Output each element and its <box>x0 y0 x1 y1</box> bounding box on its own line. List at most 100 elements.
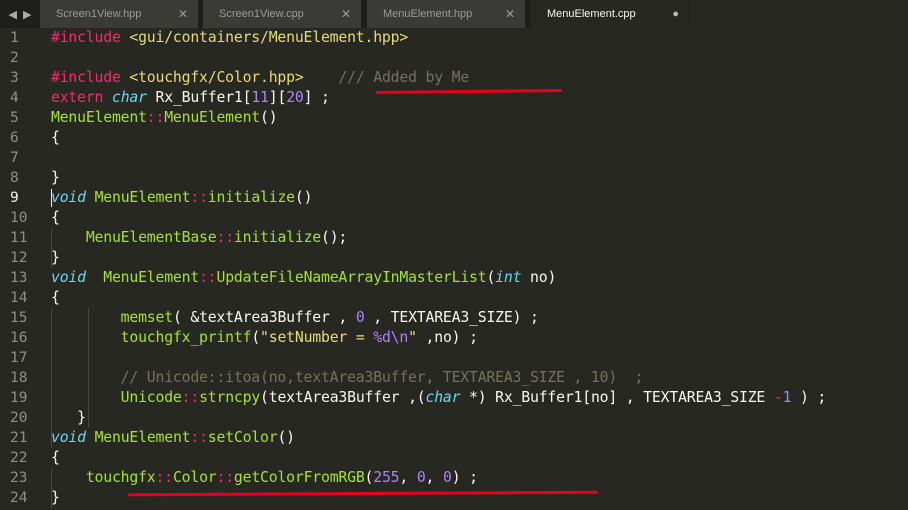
line-number: 2 <box>10 50 19 66</box>
code-text: { <box>51 129 60 146</box>
line-number: 7 <box>10 150 19 166</box>
tab-bar: ◀ ▶ Screen1View.hpp ✕ Screen1View.cpp ✕ … <box>0 0 908 28</box>
code-area[interactable]: #include <gui/containers/MenuElement.hpp… <box>51 28 908 508</box>
code-line[interactable]: touchgfx::Color::getColorFromRGB(255, 0,… <box>51 468 908 488</box>
code-line[interactable]: } <box>51 408 908 428</box>
code-line[interactable]: // Unicode::itoa(no,textArea3Buffer, TEX… <box>51 368 908 388</box>
line-number: 13 <box>10 270 28 286</box>
function-token: strncpy <box>199 389 261 406</box>
text-cursor <box>51 189 52 207</box>
tab-screen1view-hpp[interactable]: Screen1View.hpp ✕ <box>40 0 198 28</box>
code-editor[interactable]: 1 2 3 4 5 6 7 8 9 10 11 12 13 14 15 16 17 18 19 20 21 22 23 24 … <box>0 28 908 510</box>
keyword-token: #include <box>51 69 121 86</box>
code-line[interactable] <box>51 348 908 368</box>
code-text: ( <box>486 269 496 286</box>
code-text: } <box>51 489 60 506</box>
function-token: setColor <box>207 429 278 446</box>
code-line[interactable] <box>51 48 908 68</box>
tab-menuelement-hpp[interactable]: MenuElement.hpp ✕ <box>367 0 525 28</box>
unsaved-dot-icon[interactable]: ● <box>672 0 679 28</box>
code-text: Rx_Buffer1[ <box>146 89 252 106</box>
close-icon[interactable]: ✕ <box>505 0 515 28</box>
code-text: ,no) ; <box>416 329 478 346</box>
type-token: char <box>111 89 147 106</box>
function-token: MenuElement <box>103 269 200 286</box>
number-token: 20 <box>286 89 304 106</box>
tab-label: MenuElement.cpp <box>547 8 636 20</box>
number-token: 255 <box>373 469 400 486</box>
code-line[interactable]: } <box>51 168 908 188</box>
comment-token: /// Added by Me <box>338 69 470 86</box>
string-token: " <box>408 329 417 346</box>
code-line[interactable]: #include <gui/containers/MenuElement.hpp… <box>51 28 908 48</box>
code-text: ) ; <box>791 389 827 406</box>
code-line[interactable]: } <box>51 248 908 268</box>
code-text: *) Rx_Buffer1[no] , TEXTAREA3_SIZE <box>460 389 774 406</box>
function-token: touchgfx <box>85 469 156 486</box>
function-token: MenuElement <box>94 189 191 206</box>
type-token: int <box>495 269 522 286</box>
code-line[interactable]: { <box>51 208 908 228</box>
line-number: 22 <box>10 450 28 466</box>
function-token: UpdateFileNameArrayInMasterList <box>216 269 487 286</box>
keyword-token: - <box>773 389 783 406</box>
code-line[interactable] <box>51 148 908 168</box>
line-number: 10 <box>10 210 28 226</box>
tab-label: MenuElement.hpp <box>383 8 473 20</box>
string-token: <gui/containers/MenuElement.hpp> <box>129 29 409 46</box>
code-text: , <box>399 469 417 486</box>
number-token: 0 <box>416 469 426 486</box>
function-token: initialize <box>207 189 295 206</box>
function-token: memset <box>120 309 173 326</box>
code-line[interactable]: MenuElementBase::initialize(); <box>51 228 908 248</box>
number-token: %d\n <box>373 329 409 346</box>
code-line[interactable]: { <box>51 288 908 308</box>
comment-token: // Unicode::itoa(no,textArea3Buffer, TEX… <box>120 369 644 386</box>
line-number: 12 <box>10 250 28 266</box>
type-token: char <box>425 389 461 406</box>
number-token: 0 <box>442 469 452 486</box>
code-line[interactable]: void MenuElement::UpdateFileNameArrayInM… <box>51 268 908 288</box>
code-text: , <box>425 469 443 486</box>
code-text: () <box>260 109 278 126</box>
code-line[interactable]: Unicode::strncpy(textArea3Buffer ,(char … <box>51 388 908 408</box>
code-text: ( <box>364 469 374 486</box>
number-token: 1 <box>782 389 792 406</box>
code-line[interactable]: { <box>51 128 908 148</box>
close-icon[interactable]: ✕ <box>178 0 188 28</box>
code-line[interactable]: memset( &textArea3Buffer , 0 , TEXTAREA3… <box>51 308 908 328</box>
tab-scroll-right-icon[interactable]: ▶ <box>23 8 31 21</box>
keyword-token: :: <box>216 229 234 246</box>
code-line[interactable]: touchgfx_printf("setNumber = %d\n" ,no) … <box>51 328 908 348</box>
code-text: ] ; <box>303 89 330 106</box>
code-line[interactable]: void MenuElement::setColor() <box>51 428 908 448</box>
code-text: (); <box>321 229 348 246</box>
function-token: MenuElement <box>94 429 191 446</box>
close-icon[interactable]: ✕ <box>341 0 351 28</box>
code-text: ) ; <box>451 469 478 486</box>
tab-scroll-left-icon[interactable]: ◀ <box>9 8 17 21</box>
code-text: { <box>51 289 60 306</box>
code-text: (textArea3Buffer ,( <box>260 389 426 406</box>
tab-nav-arrows[interactable]: ◀ ▶ <box>0 0 40 28</box>
keyword-token: :: <box>199 269 217 286</box>
code-line[interactable]: #include <touchgfx/Color.hpp> /// Added … <box>51 68 908 88</box>
line-number: 15 <box>10 310 28 326</box>
line-number: 18 <box>10 370 28 386</box>
line-number: 17 <box>10 350 28 366</box>
code-line[interactable]: void MenuElement::initialize() <box>51 188 908 208</box>
keyword-token: :: <box>216 469 234 486</box>
tab-screen1view-cpp[interactable]: Screen1View.cpp ✕ <box>203 0 361 28</box>
line-number: 20 <box>10 410 28 426</box>
code-line[interactable]: { <box>51 448 908 468</box>
code-text: () <box>294 189 313 206</box>
line-number-gutter: 1 2 3 4 5 6 7 8 9 10 11 12 13 14 15 16 17 18 19 20 21 22 23 24 <box>0 28 40 508</box>
type-token: void <box>51 269 86 286</box>
tab-menuelement-cpp[interactable]: MenuElement.cpp ● <box>531 0 689 28</box>
code-line[interactable]: MenuElement::MenuElement() <box>51 108 908 128</box>
code-text: { <box>51 209 60 226</box>
